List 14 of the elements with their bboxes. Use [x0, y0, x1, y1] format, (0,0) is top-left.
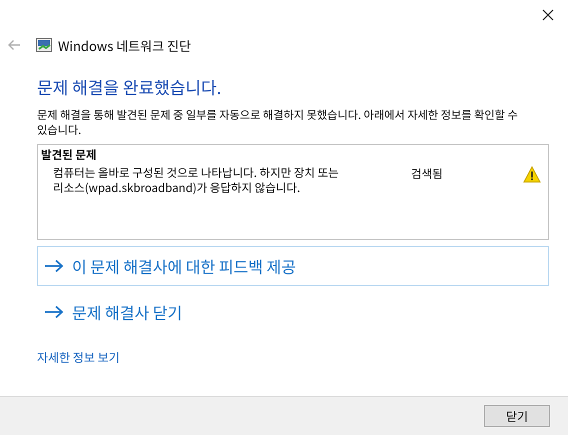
arrow-icon [44, 259, 64, 273]
details-link[interactable]: 자세한 정보 보기 [37, 349, 120, 366]
close-icon[interactable] [542, 9, 554, 21]
window-title: Windows 네트워크 진단 [58, 36, 191, 54]
problem-description: 컴퓨터는 올바로 구성된 것으로 나타납니다. 하지만 장치 또는 리소스(wpad.skbroadband)가 응답하지 않습니다. [53, 166, 340, 196]
action-link[interactable]: 이 문제 해결사에 대한 피드백 제공 [37, 246, 549, 286]
description: 문제 해결을 통해 발견된 문제 중 일부를 자동으로 해결하지 못했습니다. 아래에서 자세한 정보를 확인할 수 있습니다. [37, 108, 519, 138]
panel-title: 발견된 문제 [41, 147, 98, 163]
heading: 문제 해결을 완료했습니다. [37, 74, 222, 101]
network-diagnostics-icon [36, 38, 52, 52]
action-link[interactable]: 문제 해결사 닫기 [37, 292, 549, 332]
arrow-icon [44, 305, 64, 319]
problem-status: 검색됨 [411, 166, 444, 182]
close-button[interactable]: 닫기 [484, 405, 550, 427]
